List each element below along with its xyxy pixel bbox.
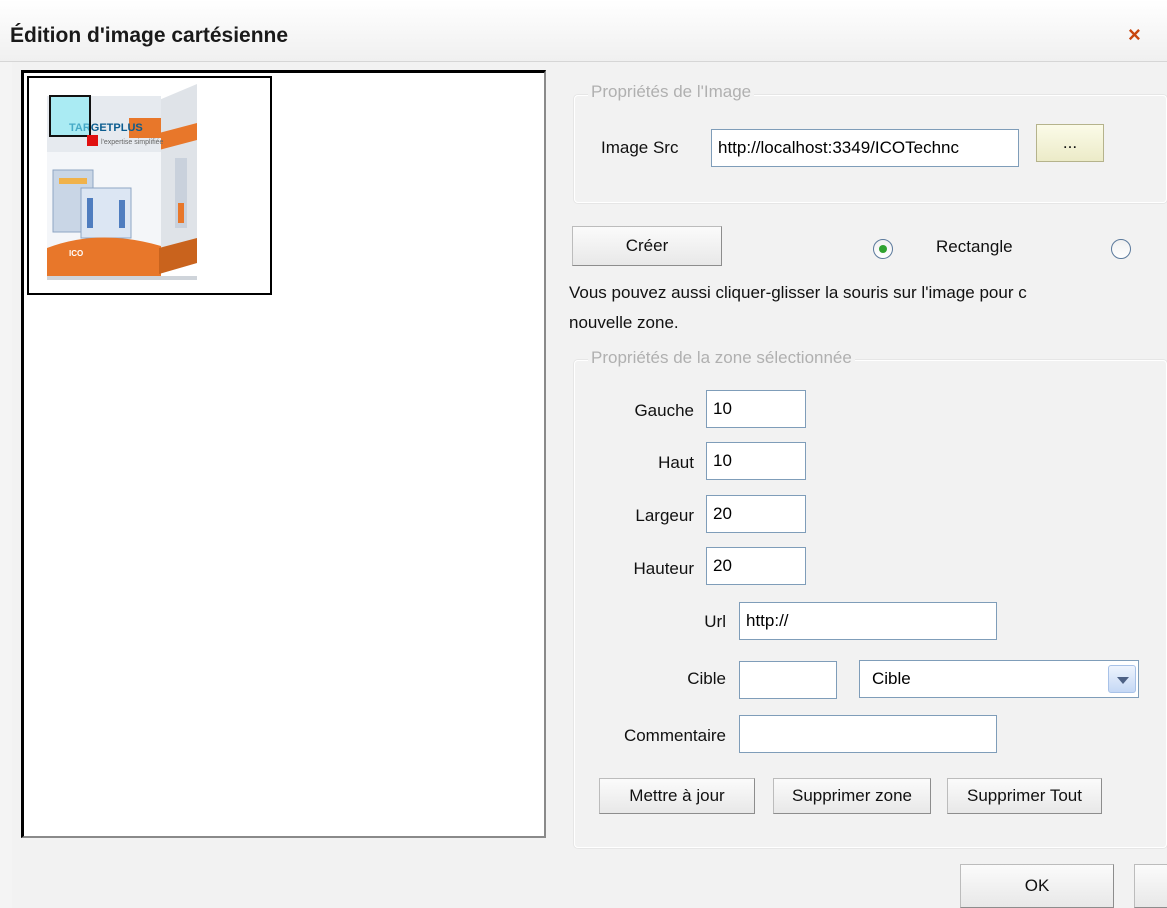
image-properties-legend: Propriétés de l'Image <box>588 82 755 102</box>
target-select[interactable]: Cible <box>859 660 1139 698</box>
target-select-value: Cible <box>872 669 911 688</box>
hint-line-2: nouvelle zone. <box>569 313 679 332</box>
width-label: Largeur <box>635 506 694 525</box>
close-icon[interactable]: × <box>1128 24 1141 46</box>
image-src-label: Image Src <box>601 138 679 157</box>
delete-all-button[interactable]: Supprimer Tout <box>947 778 1102 814</box>
thumbnail-brand: ICO <box>69 249 83 258</box>
dialog-titlebar: Édition d'image cartésienne × <box>0 0 1167 62</box>
image-canvas[interactable]: TARGETPLUS l'expertise simplifiée ICO <box>21 70 546 838</box>
image-map-dialog: Édition d'image cartésienne × TARGETPLUS… <box>0 0 1167 908</box>
url-label: Url <box>704 612 726 631</box>
radio-selected-dot <box>879 245 887 253</box>
top-input[interactable] <box>706 442 806 480</box>
browse-button[interactable]: ... <box>1036 124 1104 162</box>
width-input[interactable] <box>706 495 806 533</box>
comment-input[interactable] <box>739 715 997 753</box>
update-button[interactable]: Mettre à jour <box>599 778 755 814</box>
box-orange-wave <box>47 237 161 276</box>
top-label: Haut <box>658 453 694 472</box>
image-preview[interactable]: TARGETPLUS l'expertise simplifiée ICO <box>27 76 272 295</box>
rectangle-label: Rectangle <box>936 237 1013 256</box>
thumbnail-tagline: l'expertise simplifiée <box>101 139 164 146</box>
other-shape-radio[interactable] <box>1111 239 1131 259</box>
comment-label: Commentaire <box>623 726 726 745</box>
properties-panel: Propriétés de l'Image Image Src ... Crée… <box>566 70 1167 850</box>
delete-zone-button[interactable]: Supprimer zone <box>773 778 931 814</box>
target-input[interactable] <box>739 661 837 699</box>
left-input[interactable] <box>706 390 806 428</box>
rectangle-radio[interactable] <box>873 239 893 259</box>
selected-zone-rect[interactable] <box>49 95 91 137</box>
chevron-down-icon[interactable] <box>1108 665 1136 693</box>
height-input[interactable] <box>706 547 806 585</box>
height-label: Hauteur <box>633 559 694 578</box>
hint-line-1: Vous pouvez aussi cliquer-glisser la sou… <box>569 283 1027 302</box>
left-label: Gauche <box>634 401 694 420</box>
url-input[interactable] <box>739 602 997 640</box>
resize-handle[interactable] <box>87 135 98 146</box>
dialog-title: Édition d'image cartésienne <box>10 24 289 47</box>
create-button[interactable]: Créer <box>572 226 722 266</box>
zone-properties-legend: Propriétés de la zone sélectionnée <box>588 348 855 368</box>
ok-button[interactable]: OK <box>960 864 1114 908</box>
image-src-input[interactable] <box>711 129 1019 167</box>
cancel-button-partial[interactable] <box>1134 864 1167 908</box>
left-edge <box>0 62 12 908</box>
target-label: Cible <box>687 669 726 688</box>
